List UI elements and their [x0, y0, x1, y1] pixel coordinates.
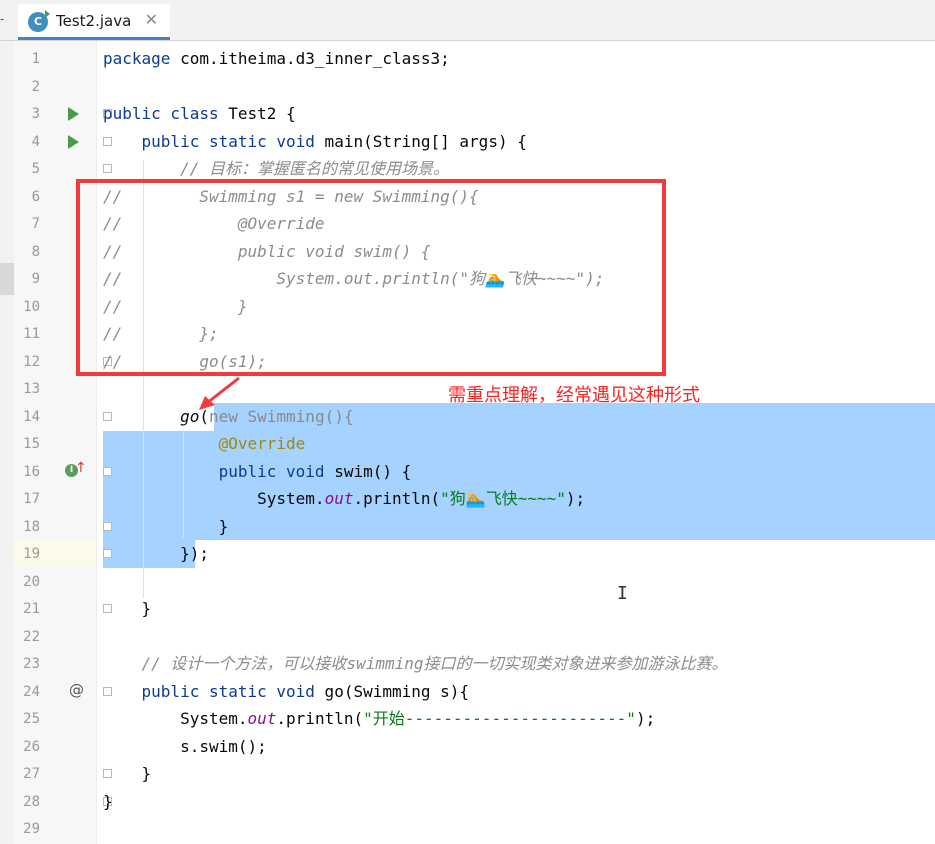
line-number: 1: [31, 51, 40, 67]
line-number: 3: [31, 106, 40, 122]
go-to-interface-arrow-icon[interactable]: ↑: [75, 460, 87, 476]
line-number: 16: [23, 464, 40, 480]
line-number: 23: [23, 656, 40, 672]
line-number: 5: [31, 161, 40, 177]
line-number: 11: [23, 326, 40, 342]
line-number: 27: [23, 766, 40, 782]
line-number: 4: [31, 134, 40, 150]
editor-tab-bar: - C Test2.java ✕: [0, 0, 935, 41]
line-number: 18: [23, 519, 40, 535]
line-number: 15: [23, 436, 40, 452]
tab-bar-edge: -: [0, 12, 5, 26]
line-number: 10: [23, 299, 40, 315]
line-number: 19: [23, 546, 40, 562]
text-cursor-icon: I: [617, 583, 628, 604]
annotation-arrow-icon: [199, 376, 240, 410]
line-number: 20: [23, 574, 40, 590]
usages-at-icon[interactable]: @: [69, 681, 84, 699]
line-number: 22: [23, 629, 40, 645]
line-number: 29: [23, 821, 40, 837]
code-line-28[interactable]: }: [103, 791, 113, 813]
line-number: 9: [31, 271, 40, 287]
run-icon[interactable]: [68, 107, 79, 121]
code-line-19[interactable]: });: [103, 543, 209, 565]
line-number: 14: [23, 409, 40, 425]
code-line-27[interactable]: }: [103, 763, 152, 785]
code-line-17[interactable]: System.out.println("狗🏊飞快~~~~");: [103, 488, 585, 510]
line-number: 13: [23, 381, 40, 397]
line-number: 24: [23, 684, 40, 700]
tab-filename: Test2.java: [56, 12, 132, 30]
code-line-24[interactable]: public static void go(Swimming s){: [103, 681, 470, 703]
highlight-box: [76, 179, 666, 376]
code-line-18[interactable]: }: [103, 516, 229, 538]
line-number: 25: [23, 711, 40, 727]
tab-test2-java[interactable]: C Test2.java ✕: [18, 4, 170, 40]
code-line-21[interactable]: }: [103, 598, 152, 620]
line-number: 28: [23, 794, 40, 810]
code-line-16[interactable]: public void swim() {: [103, 461, 412, 483]
close-tab-icon[interactable]: ✕: [145, 10, 158, 29]
code-line-23[interactable]: // 设计一个方法，可以接收swimming接口的一切实现类对象进来参加游泳比赛…: [103, 653, 728, 675]
run-icon[interactable]: [68, 135, 79, 149]
java-class-icon: C: [28, 10, 50, 32]
code-line-1[interactable]: package com.itheima.d3_inner_class3;: [103, 48, 450, 70]
line-number: 12: [23, 354, 40, 370]
code-line-25[interactable]: System.out.println("开始------------------…: [103, 708, 655, 730]
line-number: 17: [23, 491, 40, 507]
line-number: 2: [31, 79, 40, 95]
line-number: 26: [23, 739, 40, 755]
line-number: 7: [31, 216, 40, 232]
annotation-text: 需重点理解，经常遇见这种形式: [448, 385, 700, 406]
line-number: 21: [23, 601, 40, 617]
line-number: 6: [31, 189, 40, 205]
line-number: 8: [31, 244, 40, 260]
code-line-3[interactable]: public class Test2 {: [103, 103, 296, 125]
code-line-26[interactable]: s.swim();: [103, 736, 267, 758]
code-line-15[interactable]: @Override: [103, 433, 306, 455]
code-line-4[interactable]: public static void main(String[] args) {: [103, 131, 527, 153]
code-line-5[interactable]: // 目标：掌握匿名的常见使用场景。: [103, 158, 449, 180]
